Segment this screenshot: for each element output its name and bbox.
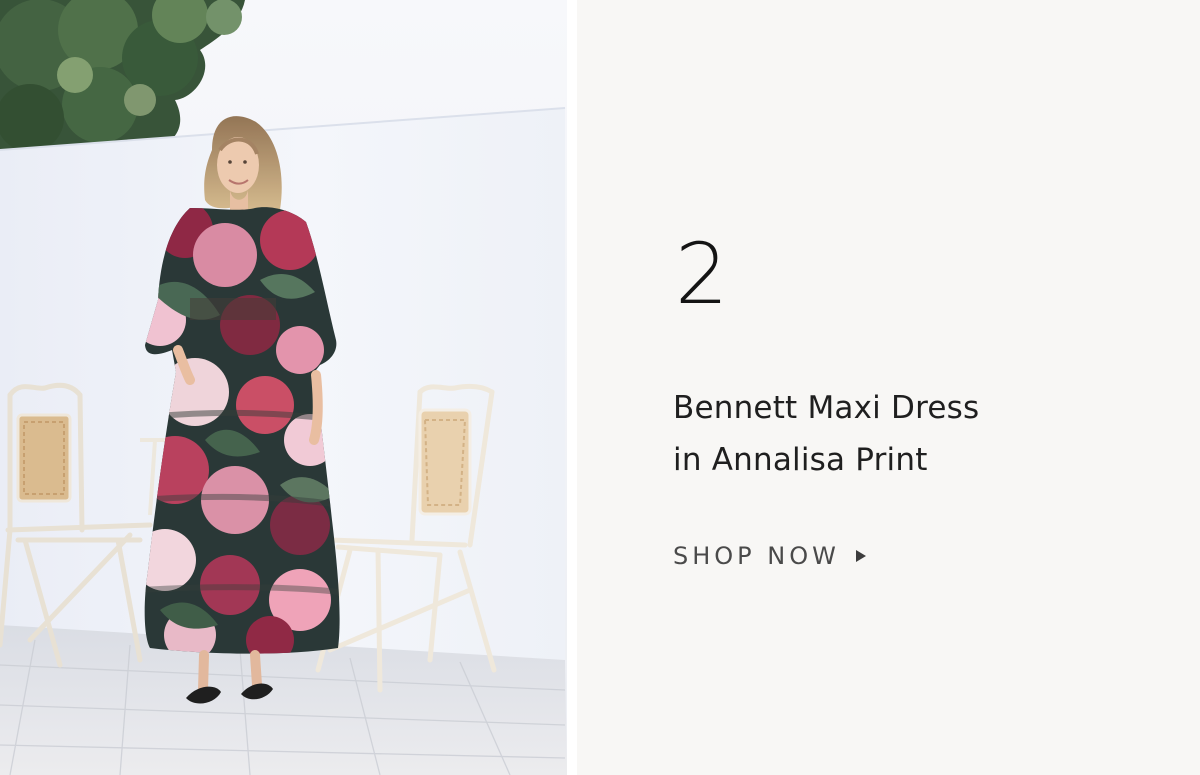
shop-now-link[interactable]: SHOP NOW xyxy=(673,539,866,573)
product-title: Bennett Maxi Dress in Annalisa Print xyxy=(673,382,1103,486)
play-arrow-icon xyxy=(855,549,866,562)
product-info-panel: 2 Bennett Maxi Dress in Annalisa Print S… xyxy=(577,0,1200,775)
feature-number: 2 xyxy=(675,225,729,323)
product-photo-illustration xyxy=(0,0,567,775)
product-title-line-1: Bennett Maxi Dress xyxy=(673,390,980,426)
panel-gap xyxy=(567,0,577,775)
promo-card: 2 Bennett Maxi Dress in Annalisa Print S… xyxy=(0,0,1200,775)
product-photo[interactable] xyxy=(0,0,567,775)
shop-now-label: SHOP NOW xyxy=(673,542,840,570)
product-title-line-2: in Annalisa Print xyxy=(673,442,928,478)
